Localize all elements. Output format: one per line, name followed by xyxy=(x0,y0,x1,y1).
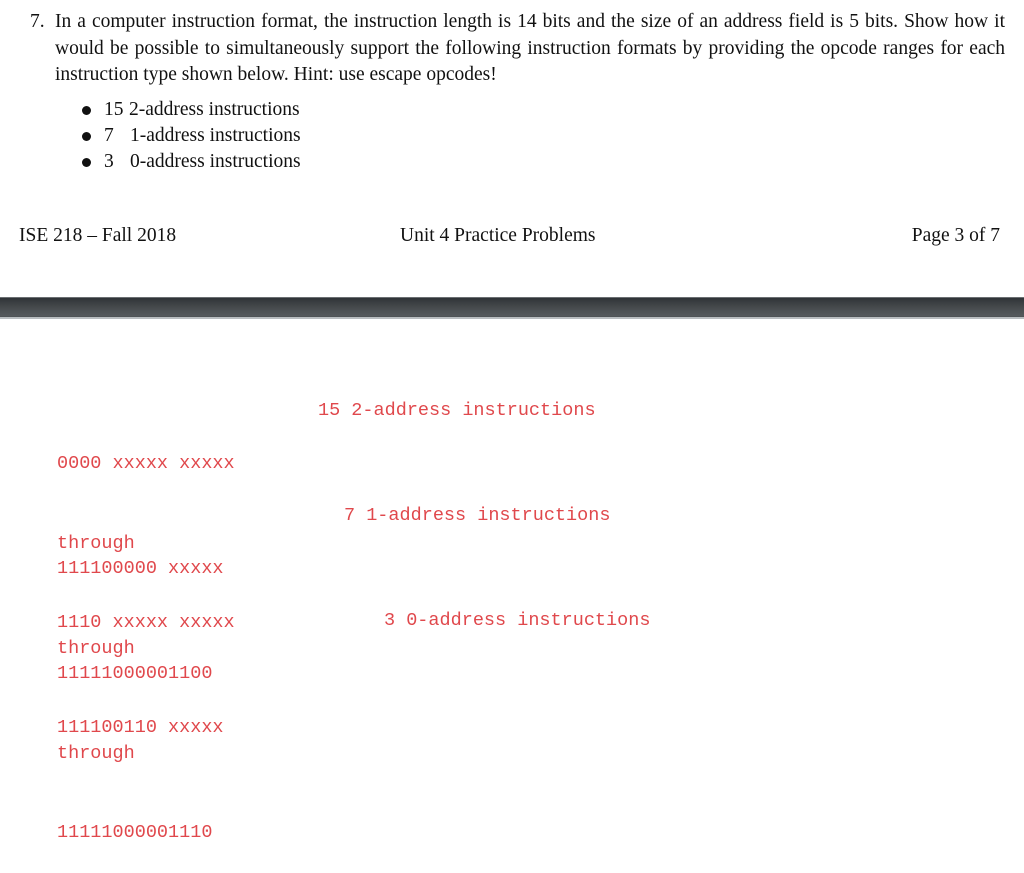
range-end: 11111000001110 xyxy=(57,822,213,843)
bullet-icon xyxy=(82,105,91,115)
document-title: Unit 4 Practice Problems xyxy=(400,225,596,246)
range-description: 15 2-address instructions xyxy=(318,400,596,421)
instruction-count: 3 xyxy=(104,150,114,172)
instruction-count: 15 xyxy=(104,98,124,120)
problem-number: 7. xyxy=(30,11,45,32)
bullet-icon xyxy=(82,131,91,141)
problem-7: 7. In a computer instruction format, the… xyxy=(30,9,1005,175)
page-number: Page 3 of 7 xyxy=(911,225,1000,246)
range-start: 11111000001100 xyxy=(57,663,213,684)
range-description: 7 1-address instructions xyxy=(344,505,611,526)
instruction-type: 1-address instructions xyxy=(130,124,301,146)
opcode-range-0-address: 11111000001100 through 11111000001110 xyxy=(57,608,212,873)
instruction-count: 7 xyxy=(104,124,114,146)
range-start: 0000 xxxxx xxxxx xyxy=(57,453,235,474)
instruction-format-list: 15 2-address instructions 7 1-address in… xyxy=(82,97,1005,175)
page-footer: ISE 218 – Fall 2018 Unit 4 Practice Prob… xyxy=(19,222,1000,250)
instruction-type: 2-address instructions xyxy=(129,98,300,120)
range-start: 111100000 xxxxx xyxy=(57,558,224,579)
list-item: 3 0-address instructions xyxy=(82,149,1005,175)
problem-text: In a computer instruction format, the in… xyxy=(55,11,1005,85)
section-divider xyxy=(0,297,1024,319)
course-label: ISE 218 – Fall 2018 xyxy=(19,225,177,246)
range-description: 3 0-address instructions xyxy=(384,610,651,631)
list-item: 15 2-address instructions xyxy=(82,97,1005,123)
bullet-icon xyxy=(82,157,91,167)
instruction-type: 0-address instructions xyxy=(130,150,301,172)
range-through: through xyxy=(57,742,135,764)
list-item: 7 1-address instructions xyxy=(82,123,1005,149)
